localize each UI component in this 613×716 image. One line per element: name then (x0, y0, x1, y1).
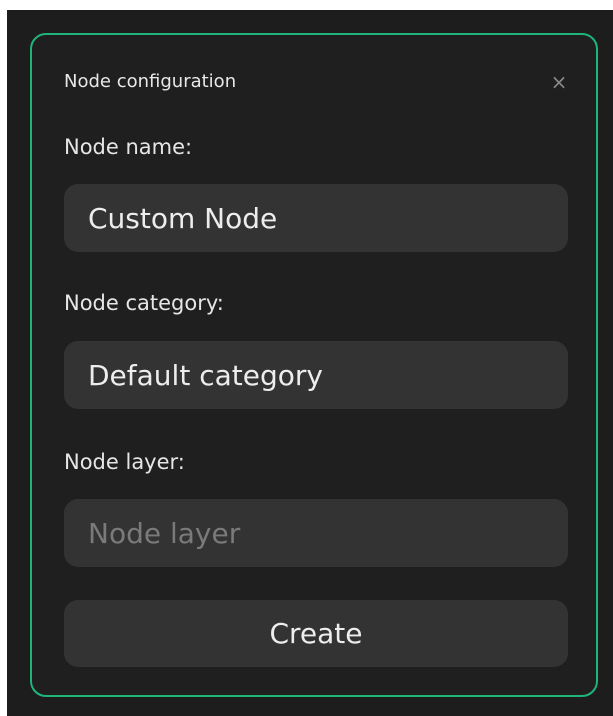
create-button[interactable]: Create (64, 600, 568, 667)
node-name-label: Node name: (64, 135, 193, 159)
node-layer-input[interactable] (64, 499, 568, 567)
node-layer-label: Node layer: (64, 450, 185, 474)
node-name-input[interactable] (64, 184, 568, 252)
close-icon[interactable]: × (549, 70, 569, 94)
dialog-title: Node configuration (64, 71, 237, 92)
node-category-label: Node category: (64, 291, 224, 315)
node-category-input[interactable] (64, 341, 568, 409)
